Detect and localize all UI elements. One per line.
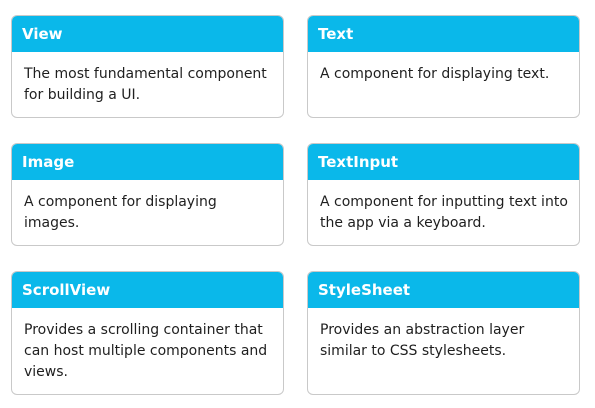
component-card-view: View The most fundamental component for … [11, 15, 284, 118]
component-card-textinput: TextInput A component for inputting text… [307, 143, 580, 246]
card-description: Provides an abstraction layer similar to… [320, 322, 525, 359]
component-card-text: Text A component for displaying text. [307, 15, 580, 118]
card-description: The most fundamental component for build… [24, 66, 267, 103]
card-description: A component for inputting text into the … [320, 194, 568, 231]
card-title: View [12, 16, 283, 52]
card-title: Text [308, 16, 579, 52]
card-description: A component for displaying images. [24, 194, 217, 231]
card-title: TextInput [308, 144, 579, 180]
card-title: Image [12, 144, 283, 180]
component-card-image: Image A component for displaying images. [11, 143, 284, 246]
component-card-scrollview: ScrollView Provides a scrolling containe… [11, 271, 284, 395]
component-card-stylesheet: StyleSheet Provides an abstraction layer… [307, 271, 580, 395]
card-title: ScrollView [12, 272, 283, 308]
card-title: StyleSheet [308, 272, 579, 308]
card-description: A component for displaying text. [320, 66, 550, 82]
card-description: Provides a scrolling container that can … [24, 322, 268, 380]
